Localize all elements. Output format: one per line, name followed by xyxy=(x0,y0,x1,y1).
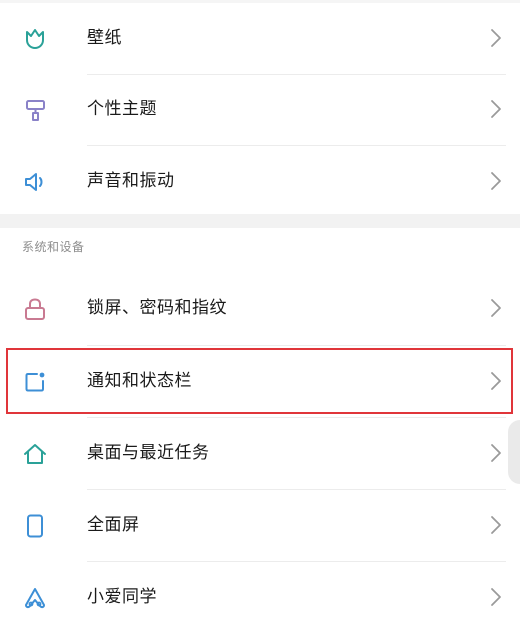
section-separator xyxy=(0,214,520,228)
settings-item-label: 桌面与最近任务 xyxy=(87,443,210,463)
tulip-icon xyxy=(26,29,44,49)
settings-item-lock-screen[interactable]: 锁屏、密码和指纹 xyxy=(0,272,520,344)
chevron-right-icon xyxy=(491,299,501,317)
phone-icon xyxy=(27,514,43,538)
settings-item-label: 全面屏 xyxy=(87,515,140,535)
settings-item-label: 壁纸 xyxy=(87,28,122,48)
floating-edge-handle[interactable] xyxy=(508,420,520,484)
settings-screen: 壁纸 个性主题 声音和振动 系统和设备 锁屏、密码和指纹 通知和状态栏 桌面与最… xyxy=(0,0,520,623)
section-header: 系统和设备 xyxy=(22,240,85,254)
paint-roller-icon xyxy=(26,100,45,121)
settings-item-label: 个性主题 xyxy=(87,99,157,119)
notification-icon xyxy=(25,372,45,392)
chevron-right-icon xyxy=(491,172,501,190)
chevron-right-icon xyxy=(491,588,501,606)
home-icon xyxy=(24,444,46,464)
settings-item-sound[interactable]: 声音和振动 xyxy=(0,145,520,217)
speaker-icon xyxy=(25,173,43,191)
settings-item-label: 声音和振动 xyxy=(87,171,175,191)
chevron-right-icon xyxy=(491,100,501,118)
settings-item-xiaoai[interactable]: 小爱同学 xyxy=(0,561,520,623)
lock-icon xyxy=(25,298,45,320)
xiaoai-icon xyxy=(25,588,45,609)
settings-item-label: 小爱同学 xyxy=(87,587,157,607)
settings-item-label: 锁屏、密码和指纹 xyxy=(87,298,227,318)
settings-item-wallpaper[interactable]: 壁纸 xyxy=(0,2,520,74)
chevron-right-icon xyxy=(491,516,501,534)
settings-item-theme[interactable]: 个性主题 xyxy=(0,73,520,145)
settings-item-notifications[interactable]: 通知和状态栏 xyxy=(0,345,520,417)
chevron-right-icon xyxy=(491,372,501,390)
chevron-right-icon xyxy=(491,29,501,47)
settings-item-label: 通知和状态栏 xyxy=(87,371,192,391)
settings-item-full-screen[interactable]: 全面屏 xyxy=(0,489,520,561)
chevron-right-icon xyxy=(491,444,501,462)
settings-item-home-screen[interactable]: 桌面与最近任务 xyxy=(0,417,520,489)
